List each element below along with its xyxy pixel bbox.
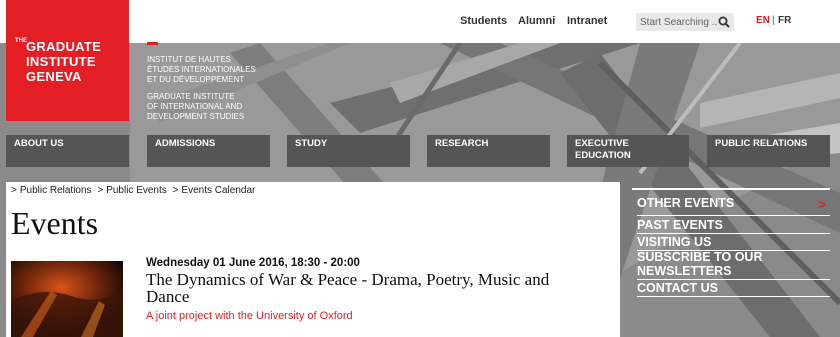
topnav-intranet[interactable]: Intranet: [567, 15, 607, 27]
search-input[interactable]: [640, 15, 718, 29]
sidebar-other-events[interactable]: OTHER EVENTS: [637, 196, 830, 216]
sidebar-subscribe-newsletters[interactable]: SUBSCRIBE TO OUR NEWSLETTERS: [637, 250, 830, 280]
sidebar-contact-us[interactable]: CONTACT US: [637, 281, 830, 297]
breadcrumb-separator: >: [97, 185, 104, 196]
institute-name-fr-2: ÉTUDES INTERNATIONALES: [147, 65, 256, 74]
breadcrumb-separator: >: [11, 185, 17, 196]
main-content: > Public Relations > Public Events > Events…: [6, 182, 620, 337]
nav-public-relations[interactable]: PUBLIC RELATIONS: [707, 135, 830, 167]
lang-en[interactable]: EN: [756, 15, 770, 26]
logo-line-2: INSTITUTE: [26, 54, 96, 69]
institute-logo[interactable]: THE GRADUATE INSTITUTE GENEVA: [6, 0, 129, 121]
nav-research[interactable]: RESEARCH: [427, 135, 550, 167]
breadcrumb-public-events[interactable]: Public Events: [106, 185, 167, 196]
sidebar-divider: [632, 188, 830, 190]
event-image: [11, 261, 123, 337]
breadcrumb: > Public Relations > Public Events > Events…: [11, 185, 258, 196]
sidebar-past-events[interactable]: PAST EVENTS: [637, 218, 830, 234]
breadcrumb-events-calendar[interactable]: Events Calendar: [181, 185, 255, 196]
nav-study[interactable]: STUDY: [287, 135, 410, 167]
lang-fr[interactable]: FR: [778, 15, 791, 26]
institute-name-en-3: DEVELOPMENT STUDIES: [147, 112, 245, 121]
event-subtitle: A joint project with the University of O…: [146, 310, 353, 322]
nav-executive-education[interactable]: EXECUTIVE EDUCATION: [567, 135, 689, 167]
chevron-right-icon[interactable]: >: [818, 196, 826, 212]
topnav-alumni[interactable]: Alumni: [518, 15, 555, 27]
search-box: [636, 13, 734, 31]
institute-name-en-2: OF INTERNATIONAL AND: [147, 102, 243, 111]
search-icon[interactable]: [717, 15, 731, 29]
logo-line-3: GENEVA: [26, 69, 82, 84]
institute-name-fr-1: INSTITUT DE HAUTES: [147, 55, 231, 64]
event-date: Wednesday 01 June 2016, 18:30 - 20:00: [146, 257, 360, 269]
event-title[interactable]: The Dynamics of War & Peace - Drama, Poe…: [146, 271, 586, 305]
topnav-students[interactable]: Students: [460, 15, 507, 27]
sidebar-visiting-us[interactable]: VISITING US: [637, 235, 830, 251]
breadcrumb-public-relations[interactable]: Public Relations: [20, 185, 92, 196]
nav-admissions[interactable]: ADMISSIONS: [147, 135, 270, 167]
page-title: Events: [11, 205, 99, 241]
nav-about-us[interactable]: ABOUT US: [6, 135, 129, 167]
event-thumbnail[interactable]: [11, 261, 123, 337]
institute-name-fr-3: ET DU DÉVELOPPEMENT: [147, 75, 245, 84]
lang-separator: |: [772, 15, 775, 26]
logo-line-1: GRADUATE: [26, 39, 102, 54]
institute-name-en-1: GRADUATE INSTITUTE: [147, 92, 235, 101]
accent-tick: [147, 42, 158, 45]
breadcrumb-separator: >: [172, 185, 179, 196]
